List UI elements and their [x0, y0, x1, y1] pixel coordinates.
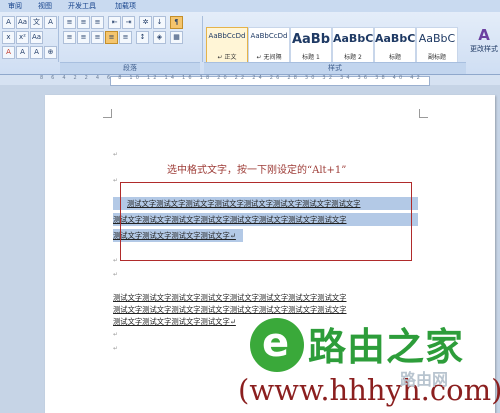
justify-icon[interactable]: ≡: [105, 31, 118, 44]
paragraph-mark: ↵: [113, 271, 119, 278]
style-heading-2[interactable]: AaBbC 标题 2: [332, 27, 374, 63]
shading-icon[interactable]: ◈: [153, 31, 166, 44]
distributed-icon[interactable]: ≡: [119, 31, 132, 44]
style-name: 副标题: [427, 54, 446, 61]
align-center-icon[interactable]: ≡: [77, 31, 90, 44]
numbering-icon[interactable]: ≡: [77, 16, 90, 29]
style-sample: AaBb: [291, 32, 331, 47]
change-styles-icon: A: [478, 26, 490, 44]
ruler: 8 6 4 2 2 4 6 8 10 12 14 16 18 20 22 24 …: [0, 75, 500, 86]
chinese-layout-icon[interactable]: ✲: [139, 16, 152, 29]
borders-icon[interactable]: ▦: [170, 31, 183, 44]
paragraph-group-label: 段落: [60, 62, 200, 74]
enclose-char-icon[interactable]: A: [44, 16, 57, 29]
decrease-indent-icon[interactable]: ⇤: [108, 16, 121, 29]
paragraph-mark: ↵: [113, 177, 119, 184]
enclose-icon[interactable]: ⊕: [44, 46, 57, 59]
watermark-logo-icon: e: [250, 318, 304, 372]
show-marks-icon[interactable]: ¶: [170, 16, 183, 29]
superscript-icon[interactable]: x²: [16, 31, 29, 44]
styles-group-label: 样式: [204, 62, 466, 74]
paragraph-mark: ↵: [113, 151, 119, 158]
tab-review[interactable]: 审阅: [8, 1, 22, 11]
style-sample: AaBbC: [375, 32, 416, 45]
sort-icon[interactable]: ↓: [153, 16, 166, 29]
style-sample: AaBbC: [418, 32, 456, 45]
tab-developer[interactable]: 开发工具: [68, 1, 96, 11]
watermark-url: (www.hhhyh.com): [238, 373, 500, 407]
paragraph-mark: ↵: [113, 257, 119, 264]
style-heading-1[interactable]: AaBb 标题 1: [290, 27, 332, 63]
char-shading-icon[interactable]: A: [16, 46, 29, 59]
document-heading: 选中格式文字，按一下刚设定的“Alt+1”: [167, 165, 347, 176]
multilevel-icon[interactable]: ≡: [91, 16, 104, 29]
style-title[interactable]: AaBbC 标题: [374, 27, 416, 63]
style-sample: AaBbCcDd: [208, 32, 246, 40]
ruler-numbers: 8 6 4 2 2 4 6 8 10 12 14 16 18 20 22 24 …: [40, 75, 423, 81]
margin-corner: [419, 109, 428, 118]
tab-view[interactable]: 视图: [38, 1, 52, 11]
tab-addins[interactable]: 加载项: [115, 1, 136, 11]
char-scale-icon[interactable]: A: [30, 46, 43, 59]
style-name: 标题: [388, 54, 401, 61]
change-styles-button[interactable]: A 更改样式: [468, 26, 500, 62]
align-right-icon[interactable]: ≡: [91, 31, 104, 44]
style-name: ↵ 无间隔: [256, 54, 282, 61]
style-sample: AaBbCcDd: [250, 32, 288, 40]
style-no-spacing[interactable]: AaBbCcDd ↵ 无间隔: [248, 27, 290, 63]
text-line[interactable]: 测试文字测试文字测试文字测试文字测试文字测试文字测试文字测试文字: [113, 305, 347, 315]
font-color-icon[interactable]: A: [2, 16, 15, 29]
highlight-box: [120, 182, 412, 261]
style-name: 标题 1: [302, 54, 320, 61]
style-normal[interactable]: AaBbCcDd ↵ 正文: [206, 27, 248, 63]
phonetic-icon[interactable]: 文: [30, 16, 43, 29]
watermark-brand: 路由之家: [308, 324, 465, 369]
text-line[interactable]: 测试文字测试文字测试文字测试文字测试文字测试文字测试文字测试文字: [113, 293, 347, 303]
align-left-icon[interactable]: ≡: [63, 31, 76, 44]
margin-corner: [103, 109, 112, 118]
increase-indent-icon[interactable]: ⇥: [122, 16, 135, 29]
ribbon-tabs: 审阅 视图 开发工具 加载项: [0, 0, 500, 12]
font-color-a-icon[interactable]: A: [2, 46, 15, 59]
paragraph-mark: ↵: [113, 345, 119, 352]
divider: [202, 16, 203, 62]
paragraph-mark: ↵: [113, 331, 119, 338]
watermark-sub: 路由网: [400, 370, 449, 389]
subscript-icon[interactable]: x: [2, 31, 15, 44]
change-styles-label: 更改样式: [470, 45, 498, 53]
style-name: ↵ 正文: [217, 54, 237, 61]
style-sample: AaBbC: [333, 32, 374, 45]
divider: [58, 16, 59, 62]
ribbon: A Aa 文 A x x² Aa A A A ⊕ ≡ ≡ ≡ ⇤ ⇥ ✲ ↓ ¶…: [0, 12, 500, 75]
bullets-icon[interactable]: ≡: [63, 16, 76, 29]
change-case-icon[interactable]: Aa: [30, 31, 43, 44]
watermark-logo-letter: e: [262, 320, 290, 366]
char-border-icon[interactable]: Aa: [16, 16, 29, 29]
line-spacing-icon[interactable]: ↕: [136, 31, 149, 44]
style-subtitle[interactable]: AaBbC 副标题: [416, 27, 458, 63]
style-name: 标题 2: [344, 54, 362, 61]
text-line[interactable]: 测试文字测试文字测试文字测试文字↵: [113, 317, 236, 327]
